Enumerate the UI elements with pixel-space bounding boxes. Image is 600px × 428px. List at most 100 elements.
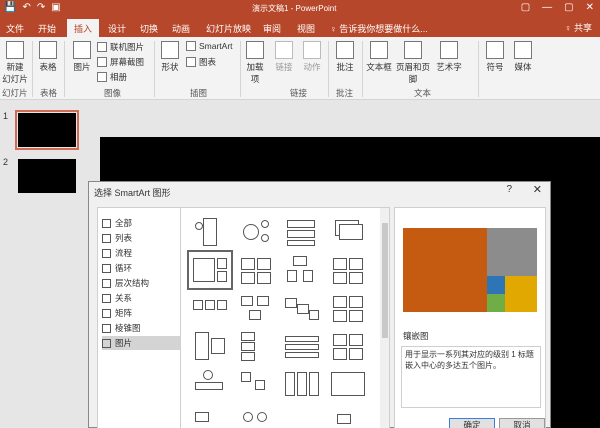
tab-transitions[interactable]: 切换 bbox=[140, 22, 158, 35]
layout-thumbnail[interactable] bbox=[237, 216, 275, 248]
help-icon[interactable]: ? bbox=[506, 184, 512, 195]
shapes-icon bbox=[161, 41, 179, 59]
shapes-button[interactable]: 形状 bbox=[158, 41, 182, 73]
category-picture[interactable]: 图片 bbox=[102, 336, 182, 350]
tab-insert[interactable]: 插入 bbox=[67, 19, 99, 37]
comment-button[interactable]: 批注 bbox=[334, 41, 356, 73]
process-icon bbox=[102, 248, 111, 258]
layout-thumbnail[interactable] bbox=[191, 368, 229, 400]
table-button[interactable]: 表格 bbox=[36, 41, 60, 73]
slide-thumbnail-1[interactable] bbox=[15, 110, 79, 150]
close-icon[interactable]: ✕ bbox=[586, 2, 594, 13]
layout-thumbnail[interactable] bbox=[283, 216, 321, 248]
wordart-icon bbox=[440, 41, 458, 59]
scrollbar-thumb[interactable] bbox=[382, 223, 388, 338]
category-cycle[interactable]: 循环 bbox=[102, 261, 182, 275]
action-icon bbox=[303, 41, 321, 59]
layout-thumbnail[interactable] bbox=[237, 330, 275, 362]
smartart-button[interactable]: SmartArt bbox=[186, 41, 233, 51]
layout-thumbnail[interactable] bbox=[191, 292, 229, 324]
tab-view[interactable]: 视图 bbox=[297, 22, 315, 35]
undo-icon[interactable]: ↶ bbox=[22, 2, 30, 13]
hierarchy-icon bbox=[102, 278, 111, 288]
gallery-scrollbar[interactable] bbox=[380, 208, 389, 428]
layout-thumbnail-selected[interactable] bbox=[187, 250, 233, 290]
ribbon-display-icon[interactable]: ▢ bbox=[521, 2, 530, 13]
dialog-close-icon[interactable]: ✕ bbox=[533, 183, 542, 196]
layout-thumbnail[interactable] bbox=[191, 330, 229, 362]
tab-design[interactable]: 设计 bbox=[108, 22, 126, 35]
layout-preview-image bbox=[403, 228, 537, 312]
category-hierarchy[interactable]: 层次结构 bbox=[102, 276, 182, 290]
symbol-button[interactable]: 符号 bbox=[484, 41, 506, 73]
picture-icon bbox=[102, 338, 111, 348]
category-matrix[interactable]: 矩阵 bbox=[102, 306, 182, 320]
wordart-button[interactable]: 艺术字 bbox=[436, 41, 462, 73]
relationship-icon bbox=[102, 293, 111, 303]
layout-thumbnail[interactable] bbox=[191, 216, 229, 248]
save-icon[interactable]: 💾 bbox=[4, 2, 16, 13]
tab-review[interactable]: 审阅 bbox=[263, 22, 281, 35]
cycle-icon bbox=[102, 263, 111, 273]
online-picture-button[interactable]: 联机图片 bbox=[97, 41, 144, 53]
ribbon-separator bbox=[240, 41, 241, 97]
layout-thumbnail[interactable] bbox=[237, 406, 275, 428]
layout-thumbnail[interactable] bbox=[283, 330, 321, 362]
category-relationship[interactable]: 关系 bbox=[102, 291, 182, 305]
layout-thumbnail[interactable] bbox=[329, 330, 367, 362]
maximize-icon[interactable]: ▢ bbox=[564, 2, 573, 13]
screenshot-button[interactable]: 屏幕截图 bbox=[97, 56, 144, 68]
window-controls: ▢ — ▢ ✕ bbox=[521, 2, 594, 13]
layout-thumbnail[interactable] bbox=[329, 406, 367, 428]
new-slide-button[interactable]: 新建 幻灯片 bbox=[2, 41, 28, 85]
tab-animations[interactable]: 动画 bbox=[172, 22, 190, 35]
header-footer-icon bbox=[404, 41, 422, 59]
album-button[interactable]: 相册 bbox=[97, 71, 127, 83]
layout-thumbnail[interactable] bbox=[237, 254, 275, 286]
category-all[interactable]: 全部 bbox=[102, 216, 182, 230]
preview-block-top-right bbox=[487, 228, 537, 276]
ribbon-separator bbox=[328, 41, 329, 97]
layout-thumbnail[interactable] bbox=[237, 292, 275, 324]
layout-description: 用于显示一系列其对应的级别 1 标题嵌入中心的多达五个图片。 bbox=[401, 346, 541, 408]
tell-me-search[interactable]: ♀ 告诉我你想要做什么... bbox=[330, 22, 428, 35]
tab-file[interactable]: 文件 bbox=[6, 22, 24, 35]
tab-home[interactable]: 开始 bbox=[38, 22, 56, 35]
layout-thumbnail[interactable] bbox=[329, 254, 367, 286]
share-button[interactable]: ♀ 共享 bbox=[565, 21, 592, 34]
layout-thumbnail[interactable] bbox=[329, 368, 367, 400]
cancel-button[interactable]: 取消 bbox=[499, 418, 545, 428]
slide-number: 2 bbox=[3, 157, 9, 167]
layout-thumbnail[interactable] bbox=[329, 292, 367, 324]
layout-thumbnail[interactable] bbox=[283, 368, 321, 400]
category-process[interactable]: 流程 bbox=[102, 246, 182, 260]
link-button[interactable]: 链接 bbox=[274, 41, 294, 73]
group-label-links: 链接 bbox=[290, 88, 308, 98]
layout-gallery bbox=[180, 207, 390, 428]
redo-icon[interactable]: ↷ bbox=[37, 2, 45, 13]
layout-thumbnail[interactable] bbox=[237, 368, 275, 400]
layout-thumbnail[interactable] bbox=[283, 254, 321, 286]
smartart-dialog: 选择 SmartArt 图形 ? ✕ 全部 列表 流程 循环 层次结构 关系 矩… bbox=[88, 181, 551, 428]
category-pyramid[interactable]: 棱锥图 bbox=[102, 321, 182, 335]
textbox-button[interactable]: 文本框 bbox=[366, 41, 392, 73]
start-slideshow-icon[interactable]: ▣ bbox=[51, 2, 60, 13]
tab-slideshow[interactable]: 幻灯片放映 bbox=[206, 22, 251, 35]
layout-thumbnail[interactable] bbox=[283, 292, 321, 324]
category-list-item[interactable]: 列表 bbox=[102, 231, 182, 245]
action-button[interactable]: 动作 bbox=[302, 41, 322, 73]
slide-thumbnail-2[interactable] bbox=[18, 159, 76, 193]
picture-button[interactable]: 图片 bbox=[70, 41, 94, 73]
header-footer-button[interactable]: 页眉和页脚 bbox=[392, 41, 434, 85]
ok-button[interactable]: 确定 bbox=[449, 418, 495, 428]
document-title: 演示文稿1 - PowerPoint bbox=[252, 4, 337, 13]
media-button[interactable]: 媒体 bbox=[512, 41, 534, 73]
addins-icon bbox=[246, 41, 264, 59]
addins-button[interactable]: 加载 项 bbox=[244, 41, 266, 85]
layout-thumbnail[interactable] bbox=[329, 216, 367, 248]
minimize-icon[interactable]: — bbox=[542, 2, 552, 13]
album-icon bbox=[97, 72, 107, 82]
chart-button[interactable]: 图表 bbox=[186, 56, 216, 68]
comment-icon bbox=[336, 41, 354, 59]
layout-thumbnail[interactable] bbox=[191, 406, 229, 428]
